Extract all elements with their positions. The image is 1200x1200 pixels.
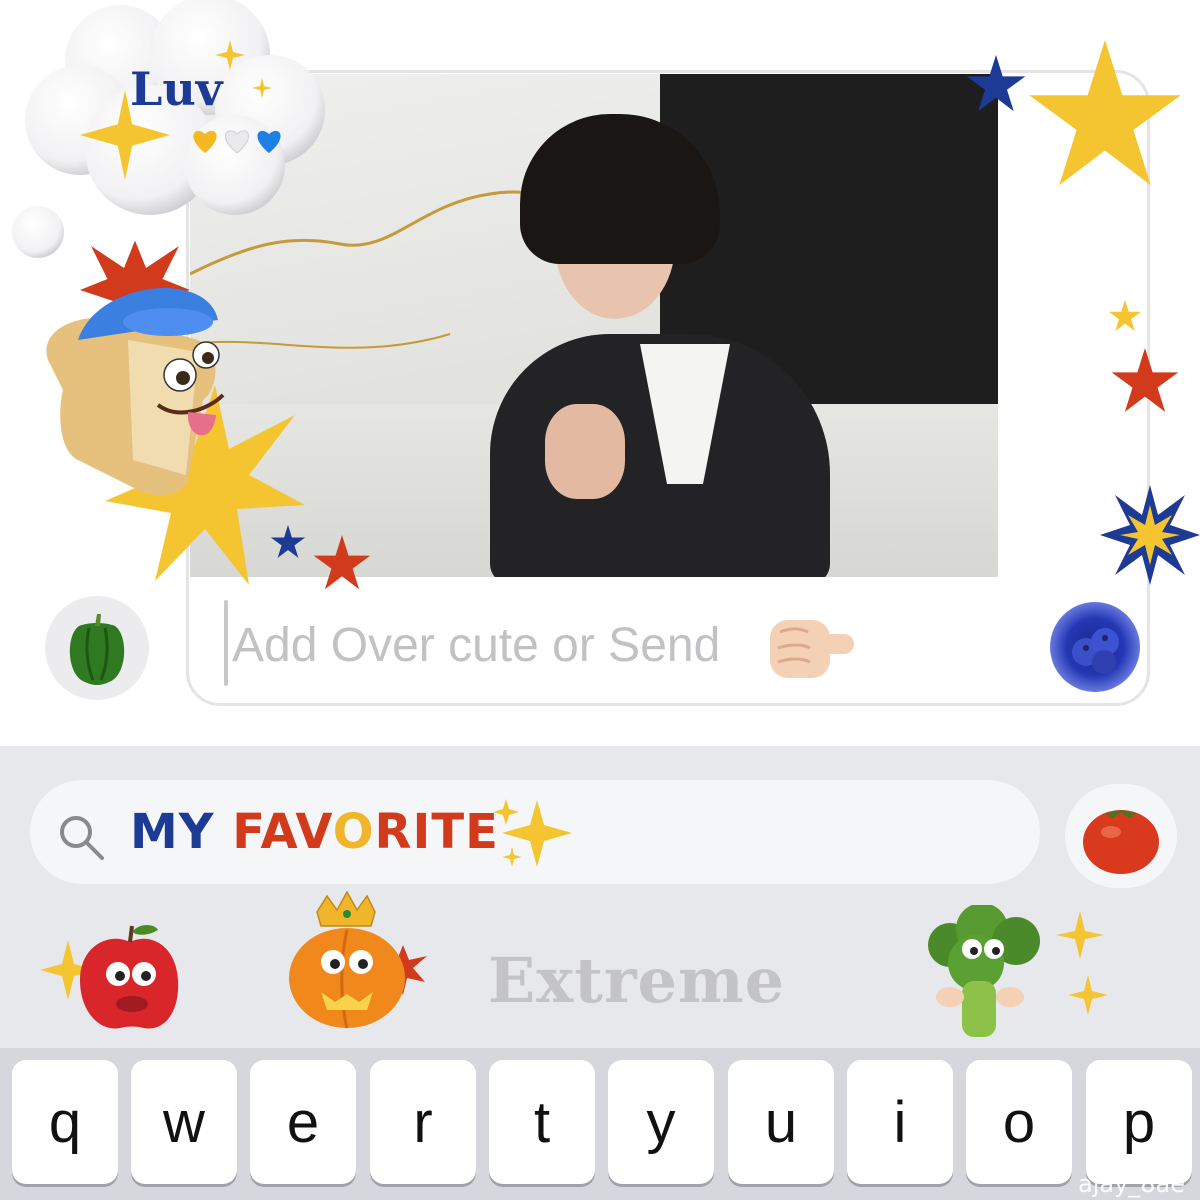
bread-face-icon: [46, 287, 225, 496]
emoji-search-query[interactable]: MY FAVORITE: [130, 804, 499, 860]
star-icon: [1100, 485, 1200, 585]
key-r[interactable]: r: [370, 1060, 476, 1184]
sparkles-icon: [252, 78, 272, 98]
query-part: MY: [130, 804, 233, 860]
search-icon: [60, 816, 104, 860]
star-icon: [80, 90, 170, 180]
star-icon: [966, 55, 1026, 112]
star-icon: [313, 535, 371, 590]
sticker-label: Extreme: [488, 944, 786, 1017]
pumpkin-king-icon: [289, 890, 427, 1029]
star-icon: [270, 525, 306, 558]
watermark: ajay_8ae: [1078, 1170, 1186, 1198]
person-hand: [545, 404, 625, 499]
key-u[interactable]: u: [728, 1060, 834, 1184]
key-o[interactable]: o: [966, 1060, 1072, 1184]
star-icon: [1029, 40, 1181, 186]
key-e[interactable]: e: [250, 1060, 356, 1184]
heart-icon: [193, 130, 281, 154]
pointing-hand-icon: [770, 620, 854, 678]
key-i[interactable]: i: [847, 1060, 953, 1184]
apple-face-icon: [40, 925, 179, 1029]
key-y[interactable]: y: [608, 1060, 714, 1184]
key-t[interactable]: t: [489, 1060, 595, 1184]
emoji-category-button[interactable]: [1065, 784, 1177, 888]
sparkles-icon: [493, 799, 572, 867]
key-q[interactable]: q: [12, 1060, 118, 1184]
message-input[interactable]: Add Over cute or Send: [232, 618, 720, 673]
sparkles-icon: [215, 40, 245, 70]
send-button[interactable]: [1050, 602, 1140, 692]
star-icon: [1108, 300, 1142, 331]
key-w[interactable]: w: [131, 1060, 237, 1184]
attach-button[interactable]: [45, 596, 149, 700]
bell-pepper-icon: [69, 614, 125, 685]
tomato-icon: [1083, 810, 1159, 874]
query-part: O: [332, 804, 375, 860]
query-part: RITE: [374, 804, 499, 860]
broccoli-face-icon: [928, 905, 1108, 1037]
key-p[interactable]: p: [1086, 1060, 1192, 1184]
star-icon: [1111, 348, 1179, 412]
query-part: FAV: [232, 804, 333, 860]
blueberries-icon: [1072, 628, 1119, 674]
text-cursor: [224, 600, 228, 686]
